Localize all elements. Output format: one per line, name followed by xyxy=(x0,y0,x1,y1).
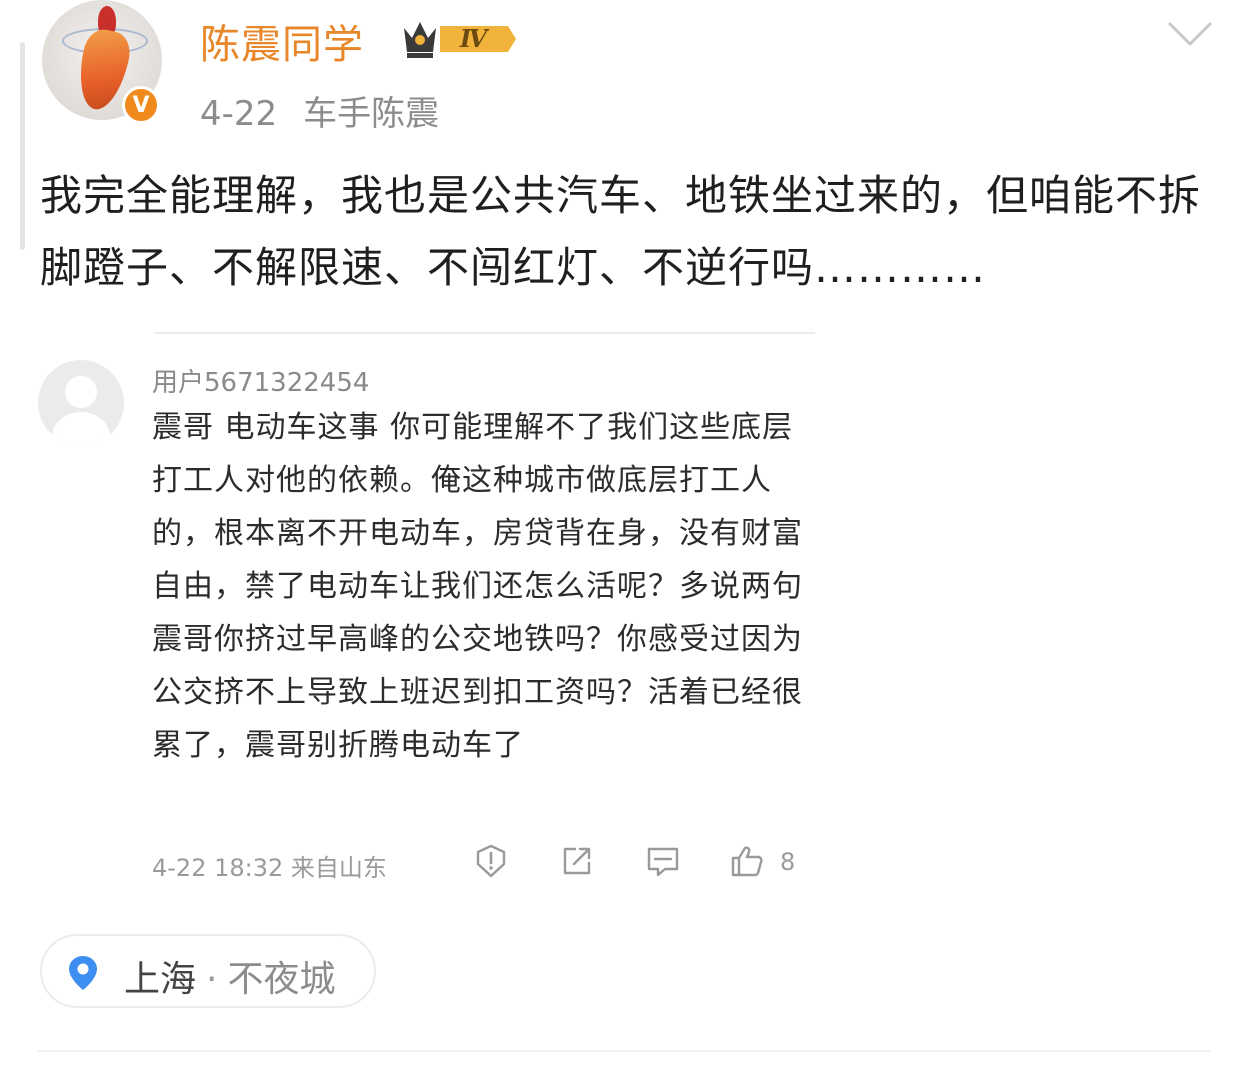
avatar-head xyxy=(65,376,97,408)
scroll-indicator[interactable] xyxy=(20,42,25,250)
post-meta: 4-22 车手陈震 xyxy=(200,86,439,135)
comment-username[interactable]: 用户5671322454 xyxy=(152,362,369,399)
post-date: 4-22 xyxy=(200,94,278,134)
location-tag[interactable]: 上海 · 不夜城 xyxy=(40,934,376,1008)
location-text: 上海 · 不夜城 xyxy=(124,950,335,1002)
like-count: 8 xyxy=(780,848,796,876)
location-pin-icon xyxy=(69,956,97,990)
member-level-badge[interactable]: Ⅳ xyxy=(400,14,520,64)
chevron-down-icon[interactable] xyxy=(1166,16,1214,52)
divider xyxy=(155,332,815,334)
verified-badge: V xyxy=(122,86,160,124)
crown-icon xyxy=(404,22,436,58)
level-text: Ⅳ xyxy=(459,24,490,53)
report-icon[interactable] xyxy=(472,842,510,880)
comment-time-location: 4-22 18:32 来自山东 xyxy=(152,854,387,882)
comment-avatar[interactable] xyxy=(38,360,124,446)
share-icon[interactable] xyxy=(558,842,596,880)
comment-body: 震哥 电动车这事 你可能理解不了我们这些底层打工人对他的依赖。俺这种城市做底层打… xyxy=(152,410,803,763)
like-icon[interactable] xyxy=(728,842,766,880)
location-city: 上海 xyxy=(124,959,197,1000)
location-separator: · xyxy=(206,959,218,1000)
location-place: 不夜城 xyxy=(227,959,336,1000)
avatar-shoulders xyxy=(52,412,110,446)
comment-footer: 4-22 18:32 来自山东 8 xyxy=(152,840,812,884)
comment-icon[interactable] xyxy=(644,842,682,880)
post-source[interactable]: 车手陈震 xyxy=(303,94,439,134)
post-body: 我完全能理解，我也是公共汽车、地铁坐过来的，但咱能不拆脚蹬子、不解限速、不闯红灯… xyxy=(40,171,1202,292)
divider xyxy=(38,1050,1210,1052)
username[interactable]: 陈震同学 xyxy=(200,12,364,70)
